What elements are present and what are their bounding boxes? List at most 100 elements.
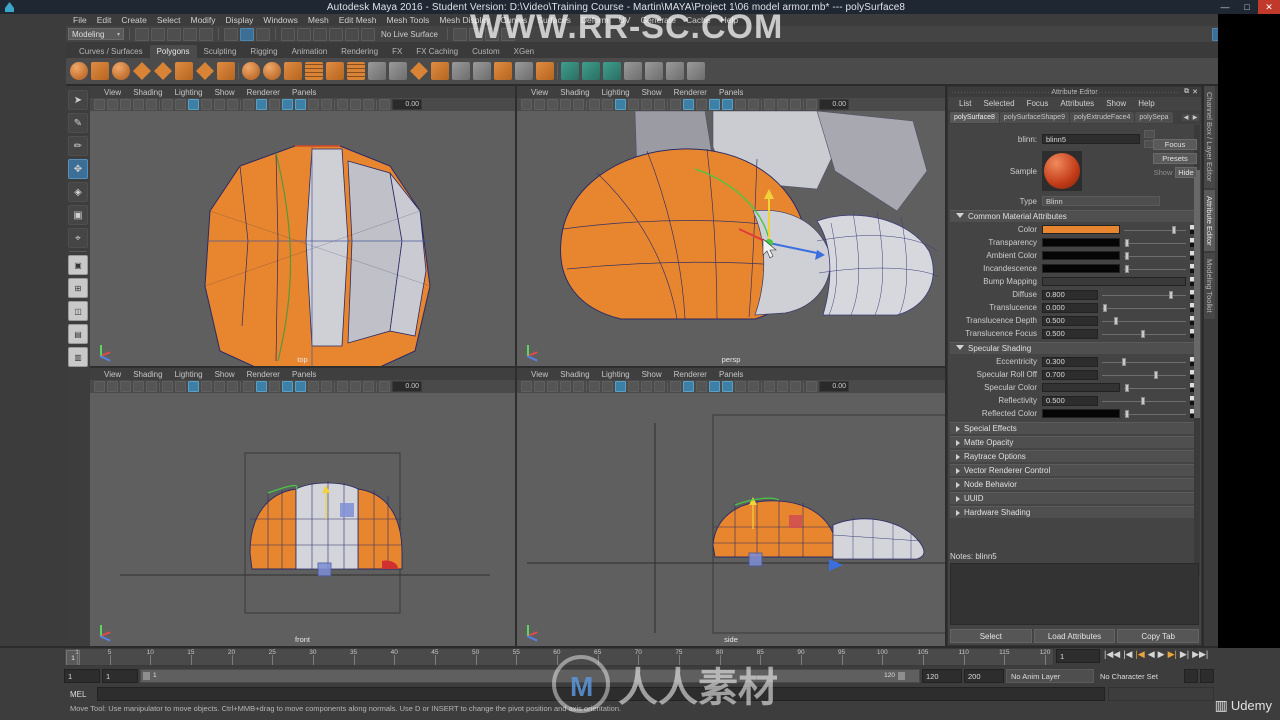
motion-blur-icon[interactable] [683, 381, 694, 392]
slider-knob[interactable] [1154, 370, 1159, 379]
wireframe-icon[interactable] [589, 99, 600, 110]
menu-item-mesh-tools[interactable]: Mesh Tools [382, 14, 435, 26]
shaded-wireframe-icon[interactable] [615, 99, 626, 110]
shaded-wireframe-icon[interactable] [188, 381, 199, 392]
xray-active-components-icon[interactable] [748, 99, 759, 110]
append-polygon-icon[interactable] [494, 62, 512, 80]
vtab-attribute-editor[interactable]: Attribute Editor [1204, 189, 1215, 252]
target-weld-icon[interactable] [389, 62, 407, 80]
value-field-translucence-depth[interactable]: 0.500 [1042, 315, 1098, 326]
screen-space-ao-icon[interactable] [670, 99, 681, 110]
smooth-shade-icon[interactable] [175, 99, 186, 110]
menu-item-mesh[interactable]: Mesh [303, 14, 334, 26]
ae-menu-help[interactable]: Help [1132, 99, 1160, 108]
motion-blur-icon[interactable] [683, 99, 694, 110]
menu-item-create[interactable]: Create [116, 14, 152, 26]
camera-attributes-icon[interactable] [94, 99, 105, 110]
textured-icon[interactable] [201, 381, 212, 392]
bookmark-icon[interactable] [534, 381, 545, 392]
vp-menu-lighting[interactable]: Lighting [596, 370, 636, 379]
slider-knob[interactable] [1124, 264, 1129, 273]
shelf-tab-rendering[interactable]: Rendering [334, 45, 385, 58]
slider-knob[interactable] [1102, 303, 1107, 312]
ae-menu-list[interactable]: List [953, 99, 977, 108]
poly-cone-icon[interactable] [133, 62, 151, 80]
bookmark-icon[interactable] [534, 99, 545, 110]
open-scene-icon[interactable] [151, 27, 165, 41]
two-d-pan-zoom-icon[interactable] [560, 381, 571, 392]
quad-draw-icon[interactable] [536, 62, 554, 80]
multisample-aa-icon[interactable] [269, 381, 280, 392]
fill-hole-icon[interactable] [473, 62, 491, 80]
camera-attributes-icon[interactable] [94, 381, 105, 392]
value-field-eccentricity[interactable]: 0.300 [1042, 356, 1098, 367]
animation-end-field[interactable]: 200 [964, 669, 1004, 683]
menu-item-mesh-display[interactable]: Mesh Display [434, 14, 495, 26]
layout-four-pane-icon[interactable]: ⊞ [68, 278, 88, 298]
save-scene-icon[interactable] [167, 27, 181, 41]
merge-icon[interactable] [431, 62, 449, 80]
xray-joints-icon[interactable] [735, 99, 746, 110]
depth-of-field-icon[interactable] [709, 381, 720, 392]
ae-menu-focus[interactable]: Focus [1021, 99, 1055, 108]
bookmark-icon[interactable] [107, 381, 118, 392]
motion-blur-icon[interactable] [256, 99, 267, 110]
section-vector-renderer-control[interactable]: Vector Renderer Control [950, 464, 1199, 476]
bookmark-icon[interactable] [107, 99, 118, 110]
maximize-button[interactable]: □ [1236, 0, 1258, 14]
smooth-icon[interactable] [305, 62, 323, 80]
vp-menu-view[interactable]: View [98, 370, 127, 379]
vp-menu-shading[interactable]: Shading [554, 88, 595, 97]
snap-to-view-plane-icon[interactable] [345, 27, 359, 41]
boolean-icon[interactable] [326, 62, 344, 80]
delete-edge-icon[interactable] [515, 62, 533, 80]
combine-icon[interactable] [242, 62, 260, 80]
vp-menu-panels[interactable]: Panels [286, 88, 322, 97]
image-plane-icon[interactable] [547, 99, 558, 110]
planar-mapping-icon[interactable] [582, 62, 600, 80]
two-d-pan-zoom-icon[interactable] [133, 381, 144, 392]
poly-plane-icon[interactable] [154, 62, 172, 80]
exposure-icon[interactable] [777, 381, 788, 392]
automatic-mapping-icon[interactable] [603, 62, 621, 80]
slider-ambient[interactable] [1124, 251, 1186, 261]
move-tool-icon[interactable]: ✥ [68, 159, 88, 179]
separate-icon[interactable] [263, 62, 281, 80]
image-plane-icon[interactable] [120, 381, 131, 392]
shelf-tab-polygons[interactable]: Polygons [149, 45, 197, 58]
rotate-tool-icon[interactable]: ◈ [68, 182, 88, 202]
slider-knob[interactable] [1124, 409, 1129, 418]
xray-active-components-icon[interactable] [748, 381, 759, 392]
select-button[interactable]: Select [950, 629, 1032, 643]
shadows-icon[interactable] [227, 99, 238, 110]
step-back-frame-icon[interactable]: |◀ [1123, 649, 1132, 660]
poly-pipe-icon[interactable] [217, 62, 235, 80]
shelf-tab-rigging[interactable]: Rigging [243, 45, 284, 58]
uv-editor-icon[interactable] [561, 62, 579, 80]
menu-item-help[interactable]: Help [716, 14, 743, 26]
vp-menu-show[interactable]: Show [636, 88, 668, 97]
select-by-hierarchy-icon[interactable] [224, 27, 238, 41]
viewport-persp-zoom-value[interactable]: 0.00 [819, 99, 849, 110]
textured-icon[interactable] [628, 99, 639, 110]
hide-button[interactable]: Hide [1175, 167, 1197, 178]
menu-item-surfaces[interactable]: Surfaces [532, 14, 576, 26]
section-common-material-attributes[interactable]: Common Material Attributes [950, 210, 1199, 222]
depth-of-field-icon[interactable] [282, 99, 293, 110]
viewport-front[interactable]: View Shading Lighting Show Renderer Pane… [90, 368, 515, 646]
smooth-shade-icon[interactable] [175, 381, 186, 392]
shadows-icon[interactable] [227, 381, 238, 392]
close-button[interactable]: ✕ [1258, 0, 1280, 14]
step-forward-key-icon[interactable]: ▶| [1168, 649, 1177, 660]
multisample-aa-icon[interactable] [696, 99, 707, 110]
viewport-persp-canvas[interactable]: persp [517, 111, 945, 366]
menu-item-modify[interactable]: Modify [186, 14, 221, 26]
section-node-behavior[interactable]: Node Behavior [950, 478, 1199, 490]
presets-button[interactable]: Presets [1153, 153, 1197, 164]
screen-space-ao-icon[interactable] [670, 381, 681, 392]
vp-menu-renderer[interactable]: Renderer [668, 370, 713, 379]
menu-item-select[interactable]: Select [152, 14, 186, 26]
snap-to-projected-center-icon[interactable] [329, 27, 343, 41]
snap-to-grid-icon[interactable] [281, 27, 295, 41]
section-special-effects[interactable]: Special Effects [950, 422, 1199, 434]
